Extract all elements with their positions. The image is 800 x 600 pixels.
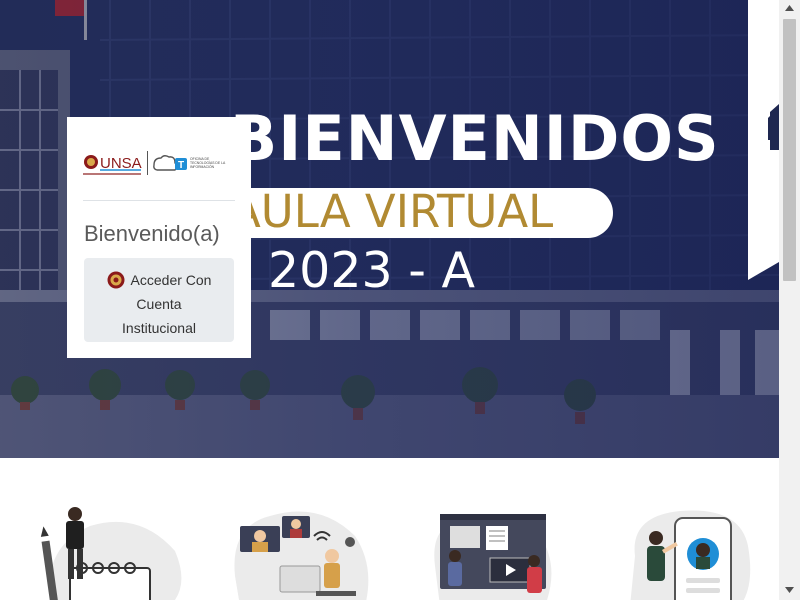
card-divider [83,200,235,201]
welcome-heading: Bienvenido(a) [84,221,220,246]
features-section [0,458,779,600]
ti-logo-caption: OFICINA DE TECNOLOGÍAS DE LA INFORMACIÓN [190,157,226,169]
unsa-logo: UNSA [83,155,142,175]
ti-office-logo: T OFICINA DE TECNOLOGÍAS DE LA INFORMACI… [153,155,226,171]
sso-label-line-2: Cuenta [136,295,182,312]
login-card: UNSA T OFICINA DE TECNOLOGÍAS DE LA INFO… [67,117,251,358]
page: BIENVENIDOS AULA VIRTUAL 2023 - A UNSA T… [0,0,800,600]
scroll-down-arrow-icon[interactable] [779,581,800,598]
hero-title-aula-virtual: AULA VIRTUAL [230,185,554,238]
video-board-illustration [434,514,552,600]
hero-title-welcome: BIENVENIDOS [230,102,720,175]
logos-row: UNSA T OFICINA DE TECNOLOGÍAS DE LA INFO… [83,149,235,179]
ti-logo-letter: T [178,160,184,171]
hero-corner-decoration [748,0,779,280]
online-class-illustration [234,511,369,600]
scroll-up-arrow-icon[interactable] [779,0,800,17]
institutional-login-button[interactable]: Acceder Con Cuenta Institucional [84,258,234,342]
logo-separator [147,151,148,175]
unsa-seal-icon [107,271,125,288]
scrollbar-thumb[interactable] [783,19,796,281]
sso-label-line-1: Acceder Con [130,271,212,288]
sso-label-line-3: Institucional [122,319,196,336]
page-scrollbar[interactable] [779,0,800,600]
sso-line-1: Acceder Con [84,268,234,292]
person-calendar-illustration [40,507,182,600]
mobile-profile-illustration [630,510,751,600]
hero-title-semester: 2023 - A [268,242,476,299]
